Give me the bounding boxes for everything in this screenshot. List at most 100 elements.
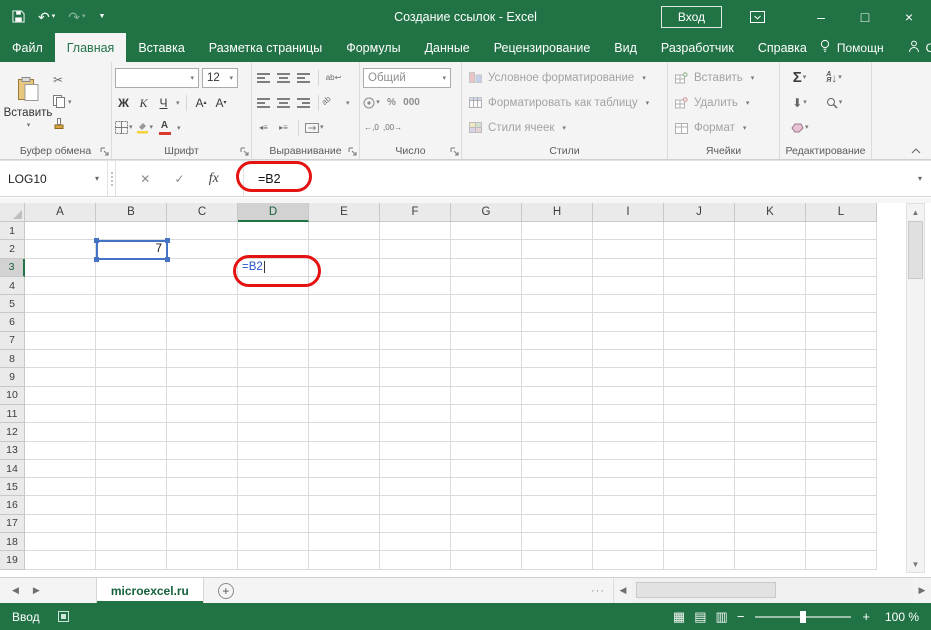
cell-L10[interactable] <box>806 386 877 405</box>
formula-bar-splitter[interactable] <box>108 161 116 196</box>
cell-H17[interactable] <box>522 514 593 534</box>
redo-icon[interactable]: ↷ ▾ <box>68 10 85 24</box>
cell-G4[interactable] <box>451 276 522 296</box>
cell-F10[interactable] <box>380 386 451 405</box>
column-header-D[interactable]: D <box>238 203 309 222</box>
italic-button[interactable]: К <box>135 93 152 113</box>
cell-J16[interactable] <box>664 496 735 515</box>
cell-E6[interactable] <box>309 313 380 332</box>
cell-C5[interactable] <box>167 295 238 314</box>
underline-caret-icon[interactable]: ▾ <box>176 99 180 107</box>
ribbon-tab-page-layout[interactable]: Разметка страницы <box>197 33 334 62</box>
align-bottom-icon[interactable] <box>295 68 312 88</box>
conditional-formatting-button[interactable]: Условное форматирование ▾ <box>465 65 664 90</box>
cell-G8[interactable] <box>451 350 522 369</box>
cell-A7[interactable] <box>25 331 96 351</box>
cell-D9[interactable] <box>238 368 309 387</box>
cell-H7[interactable] <box>522 331 593 351</box>
cell-D14[interactable] <box>238 459 309 479</box>
row-header-8[interactable]: 8 <box>0 350 25 369</box>
vertical-scroll-thumb[interactable] <box>908 221 923 279</box>
column-header-J[interactable]: J <box>664 203 735 222</box>
vertical-scrollbar[interactable]: ▲ ▼ <box>906 203 925 573</box>
cell-D11[interactable] <box>238 404 309 424</box>
cell-J2[interactable] <box>664 240 735 259</box>
cut-icon[interactable]: ✂ <box>53 71 72 88</box>
cell-J6[interactable] <box>664 313 735 332</box>
cell-G19[interactable] <box>451 551 522 570</box>
cell-C3[interactable] <box>167 258 238 277</box>
zoom-slider-thumb[interactable] <box>800 610 807 623</box>
cell-D5[interactable] <box>238 295 309 314</box>
cell-E16[interactable] <box>309 496 380 515</box>
cell-G14[interactable] <box>451 459 522 479</box>
cell-G5[interactable] <box>451 295 522 314</box>
cell-D19[interactable] <box>238 551 309 570</box>
scroll-left-icon[interactable]: ◀ <box>614 585 632 596</box>
cell-F1[interactable] <box>380 222 451 241</box>
cell-B14[interactable] <box>96 459 167 479</box>
cell-H16[interactable] <box>522 496 593 515</box>
cell-E3[interactable] <box>309 258 380 277</box>
cell-H4[interactable] <box>522 276 593 296</box>
cell-D2[interactable] <box>238 240 309 259</box>
zoom-level-label[interactable]: 100 % <box>879 610 919 624</box>
name-box[interactable]: LOG10 ▾ <box>0 161 108 196</box>
align-middle-icon[interactable] <box>275 68 292 88</box>
cell-G16[interactable] <box>451 496 522 515</box>
row-header-3[interactable]: 3 <box>0 258 25 277</box>
cell-C17[interactable] <box>167 514 238 534</box>
row-header-6[interactable]: 6 <box>0 313 25 332</box>
cell-B8[interactable] <box>96 350 167 369</box>
cell-B18[interactable] <box>96 533 167 552</box>
cell-C6[interactable] <box>167 313 238 332</box>
cell-G18[interactable] <box>451 533 522 552</box>
cell-A3[interactable] <box>25 258 96 277</box>
cell-I17[interactable] <box>593 514 664 534</box>
horizontal-scroll-thumb[interactable] <box>636 582 776 598</box>
cell-E5[interactable] <box>309 295 380 314</box>
cell-K9[interactable] <box>735 368 806 387</box>
cell-D10[interactable] <box>238 386 309 405</box>
number-dialog-launcher-icon[interactable] <box>450 147 459 156</box>
cell-E15[interactable] <box>309 478 380 497</box>
cell-F18[interactable] <box>380 533 451 552</box>
cell-G11[interactable] <box>451 404 522 424</box>
font-dialog-launcher-icon[interactable] <box>240 147 249 156</box>
cell-C18[interactable] <box>167 533 238 552</box>
cell-F9[interactable] <box>380 368 451 387</box>
normal-view-icon[interactable]: ▦ <box>673 610 685 623</box>
cell-F16[interactable] <box>380 496 451 515</box>
cell-H1[interactable] <box>522 222 593 241</box>
cell-I2[interactable] <box>593 240 664 259</box>
cell-E8[interactable] <box>309 350 380 369</box>
cell-B3[interactable] <box>96 258 167 277</box>
row-header-19[interactable]: 19 <box>0 551 25 570</box>
cell-L8[interactable] <box>806 350 877 369</box>
decrease-indent-icon[interactable]: ◂≡ <box>255 118 272 138</box>
cell-I8[interactable] <box>593 350 664 369</box>
number-format-combo[interactable]: Общий ▾ <box>363 67 451 88</box>
cell-F17[interactable] <box>380 514 451 534</box>
cell-F7[interactable] <box>380 331 451 351</box>
cell-H11[interactable] <box>522 404 593 424</box>
insert-function-icon[interactable]: fx <box>209 171 219 187</box>
cell-D7[interactable] <box>238 331 309 351</box>
cell-I7[interactable] <box>593 331 664 351</box>
cell-G1[interactable] <box>451 222 522 241</box>
sheet-tab-active[interactable]: microexcel.ru <box>95 578 204 603</box>
cell-L16[interactable] <box>806 496 877 515</box>
cell-J18[interactable] <box>664 533 735 552</box>
cell-J4[interactable] <box>664 276 735 296</box>
autosum-button[interactable]: Σ ▾ <box>791 68 808 88</box>
wrap-text-icon[interactable]: ab ↩ <box>325 68 342 88</box>
cell-H13[interactable] <box>522 441 593 460</box>
zoom-out-icon[interactable]: − <box>737 609 745 624</box>
cell-K3[interactable] <box>735 258 806 277</box>
cell-E9[interactable] <box>309 368 380 387</box>
cell-B2[interactable]: 7 <box>96 240 167 259</box>
cell-D16[interactable] <box>238 496 309 515</box>
cell-G3[interactable] <box>451 258 522 277</box>
cell-H2[interactable] <box>522 240 593 259</box>
cell-D12[interactable] <box>238 423 309 442</box>
